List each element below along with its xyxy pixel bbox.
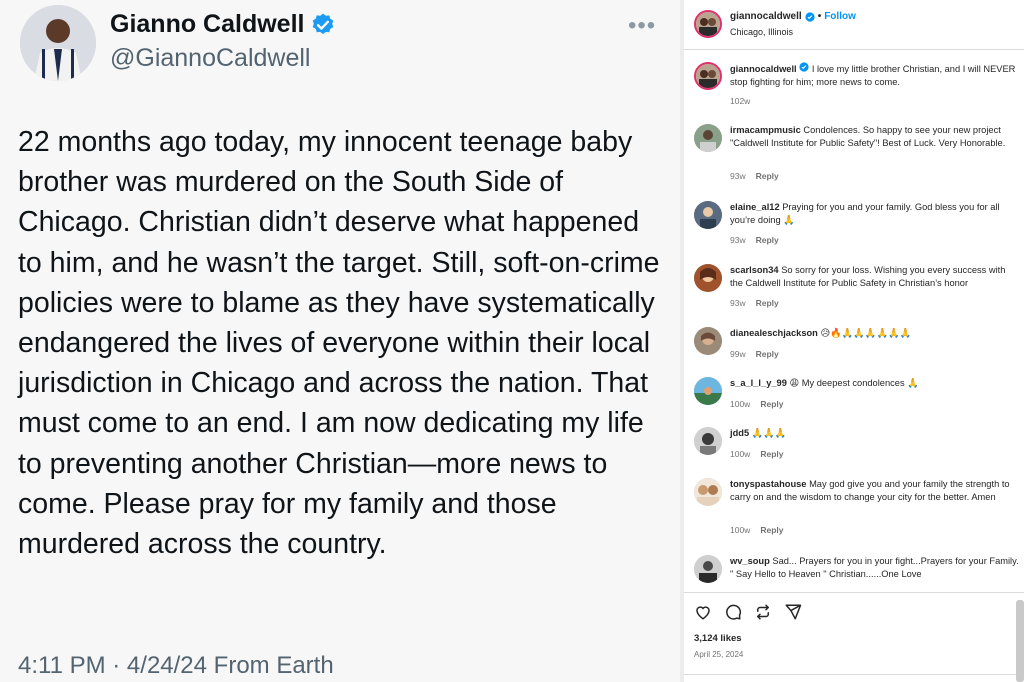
avatar[interactable]	[694, 10, 722, 38]
follow-button[interactable]: Follow	[824, 11, 856, 22]
reply-button[interactable]: Reply	[756, 171, 779, 181]
caption-body: giannocaldwell I love my little brother …	[730, 62, 1020, 89]
reply-button[interactable]: Reply	[756, 298, 779, 308]
avatar[interactable]	[694, 478, 722, 506]
comment-text: 😩 My deepest condolences 🙏	[789, 378, 919, 388]
avatar[interactable]	[694, 62, 722, 90]
comment-body: s_a_l_l_y_99 😩 My deepest condolences 🙏	[730, 377, 1020, 390]
verified-badge-icon	[805, 11, 815, 22]
tweet-timestamp[interactable]: 4:11 PM · 4/24/24 From Earth	[18, 652, 334, 680]
comment-body: wv_soup Sad... Prayers for you in your f…	[730, 555, 1020, 581]
avatar[interactable]	[694, 124, 722, 152]
comment-username[interactable]: dianealeschjackson	[730, 328, 818, 338]
comment-time[interactable]: 100w	[730, 449, 750, 459]
avatar[interactable]	[694, 427, 722, 455]
tweet-name-text[interactable]: Gianno Caldwell	[110, 10, 304, 39]
comment-time[interactable]: 100w	[730, 525, 750, 535]
add-comment-bar	[684, 674, 1024, 682]
tweet-handle[interactable]: @GiannoCaldwell	[110, 44, 310, 73]
heart-icon[interactable]	[694, 603, 712, 621]
tweet-panel: Gianno Caldwell @GiannoCaldwell ••• 22 m…	[0, 0, 680, 682]
comment-time[interactable]: 93w	[730, 235, 746, 245]
comment-body: irmacampmusic Condolences. So happy to s…	[730, 124, 1020, 150]
comment-text: 😥🔥🙏🙏🙏🙏🙏🙏	[820, 328, 912, 338]
reply-button[interactable]: Reply	[760, 525, 783, 535]
ig-post-header: giannocaldwell • Follow Chicago, Illinoi…	[684, 0, 1024, 50]
comment-body: elaine_al12 Praying for you and your fam…	[730, 201, 1020, 227]
caption-time[interactable]: 102w	[730, 96, 750, 106]
comment-username[interactable]: wv_soup	[730, 556, 770, 566]
comment-text: 🙏🙏🙏	[751, 428, 787, 438]
ig-username[interactable]: giannocaldwell	[730, 11, 802, 22]
ig-location[interactable]: Chicago, Illinois	[730, 27, 793, 37]
ig-action-bar	[684, 592, 1024, 628]
comment-body: dianealeschjackson 😥🔥🙏🙏🙏🙏🙏🙏	[730, 327, 1020, 340]
caption-meta: 102w	[730, 96, 750, 106]
avatar[interactable]	[694, 201, 722, 229]
comment-meta: 100w Reply	[730, 525, 783, 535]
reply-button[interactable]: Reply	[760, 399, 783, 409]
avatar[interactable]	[694, 327, 722, 355]
reply-button[interactable]: Reply	[760, 449, 783, 459]
tweet-body: 22 months ago today, my innocent teenage…	[18, 126, 660, 561]
avatar[interactable]	[694, 264, 722, 292]
instagram-panel: giannocaldwell • Follow Chicago, Illinoi…	[684, 0, 1024, 682]
comment-meta: 100w Reply	[730, 449, 783, 459]
post-date[interactable]: April 25, 2024	[694, 650, 743, 659]
ellipsis-icon[interactable]: •••	[628, 12, 656, 40]
caption-username[interactable]: giannocaldwell	[730, 64, 797, 74]
reply-button[interactable]: Reply	[756, 235, 779, 245]
avatar[interactable]	[694, 377, 722, 405]
comment-meta: 93w Reply	[730, 298, 779, 308]
comment-meta: 100w Reply	[730, 399, 783, 409]
comment-time[interactable]: 99w	[730, 349, 746, 359]
comment-username[interactable]: scarlson34	[730, 265, 779, 275]
comment-body: tonyspastahouse May god give you and you…	[730, 478, 1020, 504]
tweet-display-name[interactable]: Gianno Caldwell	[110, 10, 336, 39]
comment-username[interactable]: s_a_l_l_y_99	[730, 378, 787, 388]
ig-header-user: giannocaldwell • Follow	[730, 11, 856, 22]
comment-username[interactable]: elaine_al12	[730, 202, 780, 212]
comment-icon[interactable]	[724, 603, 742, 621]
verified-badge-icon	[799, 62, 809, 72]
share-icon[interactable]	[784, 603, 802, 621]
comment-username[interactable]: tonyspastahouse	[730, 479, 806, 489]
comment-body: jdd5 🙏🙏🙏	[730, 427, 1020, 440]
likes-count[interactable]: 3,124 likes	[694, 633, 742, 644]
comment-text: Sad... Prayers for you in your fight...P…	[730, 556, 1019, 579]
comment-meta: 99w Reply	[730, 349, 779, 359]
comment-username[interactable]: jdd5	[730, 428, 749, 438]
comment-meta: 93w Reply	[730, 235, 779, 245]
reply-button[interactable]: Reply	[756, 349, 779, 359]
comment-time[interactable]: 93w	[730, 171, 746, 181]
comment-time[interactable]: 100w	[730, 399, 750, 409]
comment-body: scarlson34 So sorry for your loss. Wishi…	[730, 264, 1020, 290]
comment-meta: 93w Reply	[730, 171, 779, 181]
verified-badge-icon	[313, 13, 334, 34]
comment-username[interactable]: irmacampmusic	[730, 125, 801, 135]
comment-time[interactable]: 93w	[730, 298, 746, 308]
repost-icon[interactable]	[754, 603, 772, 621]
avatar[interactable]	[694, 555, 722, 583]
tweet-avatar[interactable]	[20, 5, 96, 81]
separator-dot: •	[817, 11, 822, 22]
scrollbar[interactable]	[1016, 600, 1024, 682]
